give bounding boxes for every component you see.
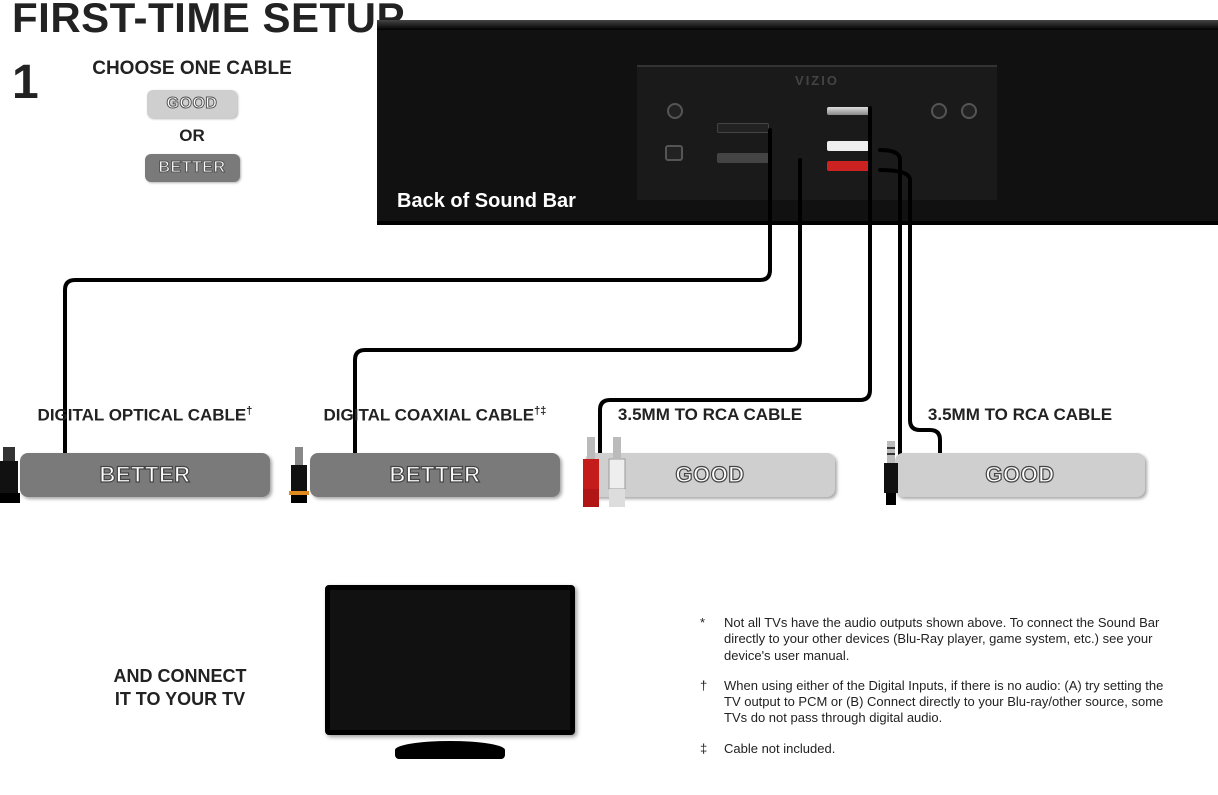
quality-badge: BETTER (20, 453, 270, 497)
quality-badge: BETTER (310, 453, 560, 497)
plug-coax-icon (717, 153, 769, 163)
soundbar-label: Back of Sound Bar (397, 190, 576, 213)
cable-option-rca-1: 3.5MM TO RCA CABLE GOOD (585, 405, 835, 497)
cable-option-optical: DIGITAL OPTICAL CABLE† BETTER (20, 405, 270, 497)
footnote: * Not all TVs have the audio outputs sho… (700, 615, 1180, 664)
page-title: FIRST-TIME SETUP (12, 0, 405, 42)
footnote: † When using either of the Digital Input… (700, 678, 1180, 727)
step-number: 1 (12, 55, 39, 110)
soundbar-illustration: VIZIO Back of Sound Bar (377, 30, 1218, 225)
tv-screen-icon (325, 585, 575, 735)
tv-stand-icon (395, 741, 505, 759)
cable-option-rca-2: 3.5MM TO RCA CABLE GOOD (895, 405, 1145, 497)
rca-connector-icon (577, 431, 637, 511)
quality-badge: GOOD (895, 453, 1145, 497)
pill-better: BETTER (145, 154, 240, 182)
footnote: ‡ Cable not included. (700, 741, 1180, 757)
soundbar-panel: VIZIO (637, 65, 997, 200)
cable-option-label: DIGITAL COAXIAL CABLE†‡ (310, 405, 560, 449)
brand-label: VIZIO (795, 73, 839, 88)
optical-connector-icon (0, 443, 24, 505)
or-text: OR (92, 126, 292, 146)
jack-icon (961, 103, 977, 119)
jack-icon (931, 103, 947, 119)
tv-illustration (325, 585, 575, 760)
plug-optical-icon (717, 123, 769, 133)
choose-heading: CHOOSE ONE CABLE (92, 58, 292, 80)
choose-cable-block: CHOOSE ONE CABLE GOOD OR BETTER (92, 58, 292, 182)
coax-connector-icon (284, 443, 314, 505)
cable-option-label: 3.5MM TO RCA CABLE (895, 405, 1145, 449)
plug-rca-white-icon (827, 141, 869, 151)
footnotes-block: * Not all TVs have the audio outputs sho… (700, 615, 1180, 771)
pill-good: GOOD (147, 90, 237, 118)
cable-option-label: DIGITAL OPTICAL CABLE† (20, 405, 270, 449)
plug-rca-red-icon (827, 161, 869, 171)
connect-to-tv-text: AND CONNECT IT TO YOUR TV (80, 665, 280, 710)
35mm-connector-icon (879, 437, 903, 507)
jack-icon (667, 103, 683, 119)
cable-option-coaxial: DIGITAL COAXIAL CABLE†‡ BETTER (310, 405, 560, 497)
jack-icon (665, 145, 683, 161)
plug-35mm-icon (827, 107, 869, 115)
quality-badge: GOOD (585, 453, 835, 497)
